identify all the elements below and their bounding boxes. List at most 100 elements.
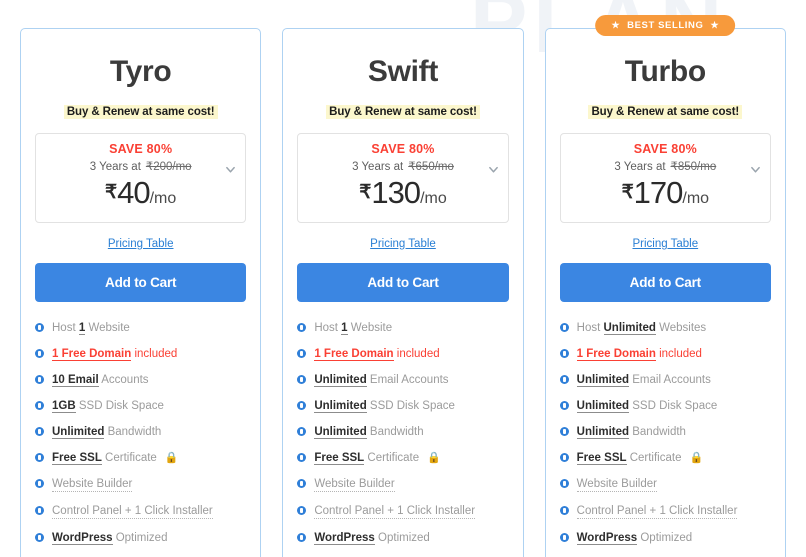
price-box[interactable]: SAVE 80% 3 Years at ₹850/mo ₹170/mo <box>559 133 771 223</box>
price-box[interactable]: SAVE 80% 3 Years at ₹200/mo ₹40/mo <box>35 133 247 223</box>
chevron-down-icon[interactable] <box>225 164 236 175</box>
feature-text-pre: Control Panel + 1 Click Installer <box>576 505 738 517</box>
currency-symbol: ₹ <box>621 182 634 203</box>
lock-icon: 🔒 <box>164 452 179 464</box>
feature-text: 1GB SSD Disk Space <box>52 399 164 413</box>
feature-item: WordPress Optimized <box>35 531 246 545</box>
feature-text-post: Email Accounts <box>366 374 449 386</box>
plan-tagline-wrap: Buy & Renew at same cost! <box>297 102 508 120</box>
best-selling-badge: ★ BEST SELLING ★ <box>595 15 736 36</box>
feature-text: WordPress Optimized <box>576 531 692 545</box>
feature-text-strong: 1 Free Domain <box>314 348 394 361</box>
feature-text: Host 1 Website <box>314 321 392 335</box>
feature-text-post: included <box>393 348 440 360</box>
price-amount: 170 <box>633 175 684 210</box>
pricing-table-link[interactable]: Pricing Table <box>370 238 436 250</box>
feature-text-post: Optimized <box>112 532 168 544</box>
feature-text: Control Panel + 1 Click Installer <box>52 504 213 519</box>
pricing-card-tyro: Tyro Buy & Renew at same cost! SAVE 80% 3 Y… <box>20 28 262 557</box>
term-prefix: 3 Years at <box>352 161 404 173</box>
feature-text-strong: Unlimited <box>314 400 367 413</box>
plan-tagline: Buy & Renew at same cost! <box>588 105 743 119</box>
pricing-table-wrap: Pricing Table <box>297 234 508 252</box>
bullet-icon <box>35 533 44 542</box>
feature-item: Website Builder <box>297 477 508 492</box>
feature-item: 1GB SSD Disk Space <box>35 399 246 413</box>
bullet-icon <box>35 427 44 436</box>
feature-text-strong: WordPress <box>314 532 375 545</box>
plan-title: Tyro <box>109 55 172 88</box>
plan-tagline: Buy & Renew at same cost! <box>63 105 218 119</box>
price-period: /mo <box>682 190 710 207</box>
add-to-cart-button[interactable]: Add to Cart <box>559 263 771 302</box>
feature-text-pre: Control Panel + 1 Click Installer <box>314 505 476 517</box>
feature-text-post: Certificate <box>626 452 682 464</box>
feature-text-strong: 1GB <box>52 400 76 413</box>
pricing-table-link[interactable]: Pricing Table <box>108 238 174 250</box>
feature-text: 10 Email Accounts <box>52 373 149 387</box>
bullet-icon <box>297 323 307 332</box>
pricing-table-link[interactable]: Pricing Table <box>633 238 699 250</box>
bullet-icon <box>297 427 307 436</box>
feature-text-strong: Unlimited <box>314 374 367 387</box>
feature-text: Website Builder <box>52 477 133 492</box>
feature-text-strong: WordPress <box>576 532 638 545</box>
feature-text-pre: Host <box>576 322 604 334</box>
star-icon: ★ <box>611 20 621 30</box>
feature-text: WordPress Optimized <box>52 531 167 545</box>
feature-text-strong: Unlimited <box>314 426 367 439</box>
feature-text: Unlimited Email Accounts <box>314 373 449 387</box>
feature-text: Website Builder <box>576 477 657 492</box>
save-label: SAVE 80% <box>633 142 697 156</box>
feature-text-post: Website <box>85 322 130 334</box>
feature-text: Control Panel + 1 Click Installer <box>576 504 738 519</box>
feature-text: Free SSL Certificate <box>52 451 157 465</box>
bullet-icon <box>297 533 307 542</box>
pricing-card-swift: Swift Buy & Renew at same cost! SAVE 80% 3 … <box>282 28 524 557</box>
feature-item: Website Builder <box>559 477 771 492</box>
chevron-down-icon[interactable] <box>488 164 499 175</box>
price-amount: 130 <box>371 175 421 210</box>
feature-text-post: SSD Disk Space <box>75 400 164 412</box>
feature-text-strong: Unlimited <box>603 322 656 335</box>
feature-text-pre: Host <box>52 322 79 334</box>
pricing-table-wrap: Pricing Table <box>35 234 246 252</box>
badge-label: BEST SELLING <box>627 20 704 31</box>
feature-text-post: included <box>131 348 178 360</box>
feature-text-strong: WordPress <box>52 532 113 545</box>
feature-item: Host 1 Website <box>35 321 246 335</box>
price-box[interactable]: SAVE 80% 3 Years at ₹650/mo ₹130/mo <box>297 133 509 223</box>
price-period: /mo <box>149 190 177 207</box>
bullet-icon <box>559 349 569 358</box>
feature-text: Host 1 Website <box>52 321 130 335</box>
feature-item: WordPress Optimized <box>297 531 508 545</box>
feature-text: Unlimited Bandwidth <box>576 425 686 439</box>
feature-item: Unlimited Bandwidth <box>297 425 508 439</box>
bullet-icon <box>35 323 44 332</box>
currency-symbol: ₹ <box>105 182 118 203</box>
current-price: ₹40/mo <box>44 175 237 211</box>
feature-text: Free SSL Certificate <box>314 451 419 465</box>
save-label: SAVE 80% <box>109 142 173 156</box>
plan-title: Turbo <box>624 55 707 88</box>
add-to-cart-button[interactable]: Add to Cart <box>297 263 509 302</box>
feature-text-pre: Website Builder <box>52 478 133 490</box>
feature-item: Unlimited Email Accounts <box>297 373 508 387</box>
add-to-cart-button[interactable]: Add to Cart <box>35 263 247 302</box>
feature-text: Unlimited SSD Disk Space <box>314 399 455 413</box>
feature-text: 1 Free Domain included <box>314 347 440 361</box>
bullet-icon <box>35 401 44 410</box>
feature-item: 1 Free Domain included <box>559 347 771 361</box>
feature-item: 1 Free Domain included <box>297 347 508 361</box>
feature-text-strong: 1 Free Domain <box>52 348 132 361</box>
term-row: 3 Years at ₹850/mo <box>569 159 762 173</box>
chevron-down-icon[interactable] <box>750 164 761 175</box>
feature-text-strong: Free SSL <box>52 452 102 465</box>
feature-text: 1 Free Domain included <box>576 347 702 361</box>
currency-symbol: ₹ <box>359 182 372 203</box>
pricing-table-wrap: Pricing Table <box>560 234 771 252</box>
feature-text-post: Certificate <box>364 452 420 464</box>
old-price: ₹200/mo <box>145 161 192 173</box>
feature-text: Control Panel + 1 Click Installer <box>314 504 476 519</box>
price-amount: 40 <box>117 175 150 210</box>
